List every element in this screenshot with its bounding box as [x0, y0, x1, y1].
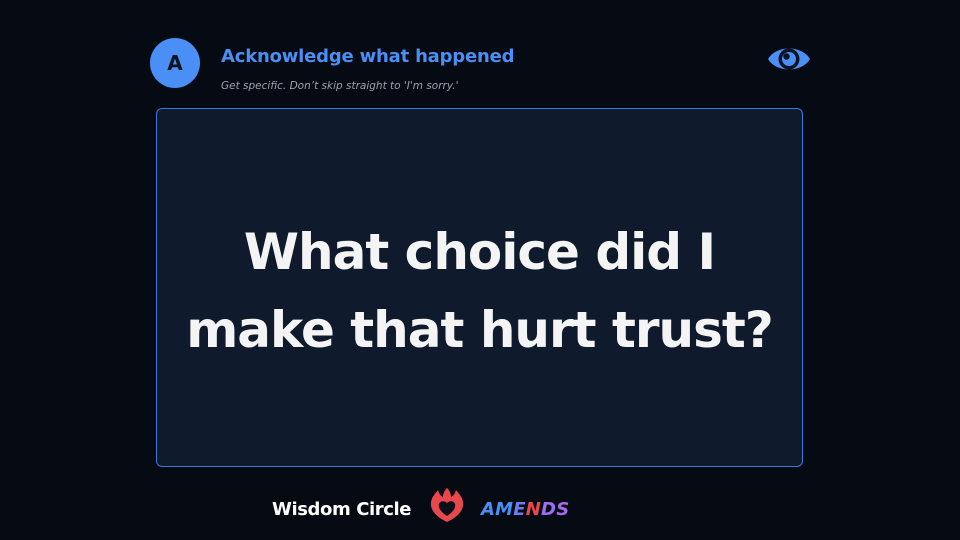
brand-logo	[428, 487, 466, 525]
step-letter-badge: A	[150, 38, 200, 88]
footer: Wisdom Circle AMENDS	[0, 486, 960, 526]
brand-name: Wisdom Circle	[272, 499, 412, 520]
question-card: What choice did I make that hurt trust?	[156, 108, 803, 467]
program-letter: S	[556, 499, 570, 520]
program-letter: E	[513, 499, 526, 520]
slide: A Acknowledge what happened Get specific…	[0, 0, 960, 540]
step-subtitle: Get specific. Don’t skip straight to 'I'…	[221, 80, 459, 92]
step-letter: A	[167, 51, 183, 75]
flame-heart-icon	[430, 488, 464, 522]
program-letter: M	[495, 499, 514, 520]
program-letter: N	[525, 499, 542, 520]
reveal-button[interactable]	[766, 37, 812, 81]
program-letter: D	[541, 499, 557, 520]
program-letter: A	[481, 499, 496, 520]
eye-icon	[768, 48, 810, 70]
program-name: AMENDS	[481, 499, 569, 520]
question-text: What choice did I make that hurt trust?	[186, 222, 774, 359]
step-title: Acknowledge what happened	[221, 46, 515, 67]
